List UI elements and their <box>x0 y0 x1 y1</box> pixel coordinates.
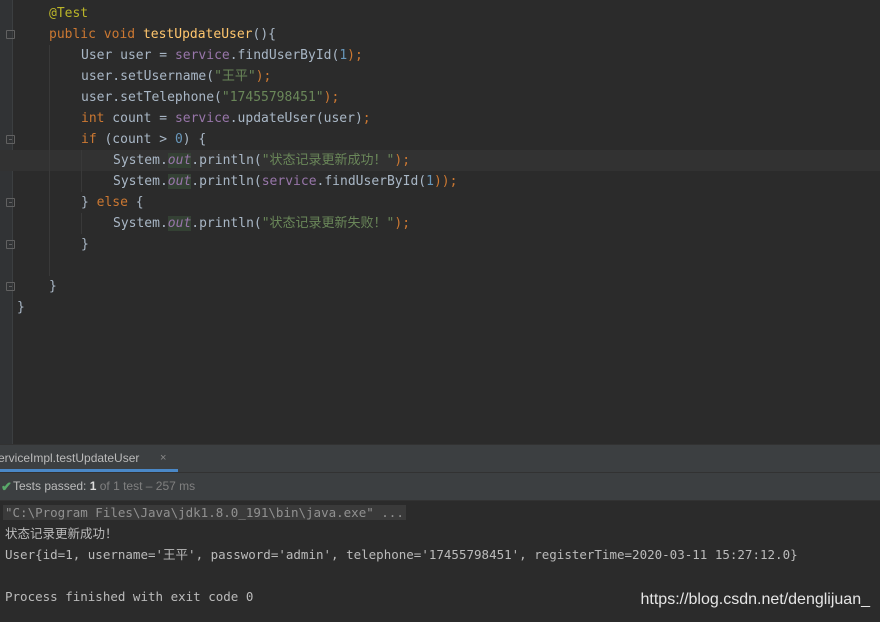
indent-guide <box>49 171 50 192</box>
indent-guide <box>81 213 82 234</box>
code-statement: user.setUsername("王平"); <box>81 69 272 84</box>
console-line: User{id=1, username='王平', password='admi… <box>5 547 798 562</box>
run-tool-window: erviceImpl.testUpdateUser × ✔ Tests pass… <box>0 444 880 622</box>
test-status-bar: ✔ Tests passed: 1 of 1 test – 257 ms <box>0 473 880 501</box>
code-statement: User user = service.findUserById(1); <box>81 48 363 63</box>
console-line: Process finished with exit code 0 <box>5 589 254 604</box>
indent-guide <box>49 87 50 108</box>
code-line[interactable]: System.out.println(service.findUserById(… <box>0 171 880 192</box>
code-statement: if (count > 0) { <box>81 132 207 147</box>
indent-guide <box>49 129 50 150</box>
close-tab-icon[interactable]: × <box>160 445 166 472</box>
code-statement: user.setTelephone("17455798451"); <box>81 90 340 105</box>
code-line[interactable]: user.setUsername("王平"); <box>0 66 880 87</box>
test-annotation: @Test <box>49 6 89 21</box>
console-line: "C:\Program Files\Java\jdk1.8.0_191\bin\… <box>3 502 406 523</box>
code-line[interactable]: user.setTelephone("17455798451"); <box>0 87 880 108</box>
test-status-text: Tests passed: 1 of 1 test – 257 ms <box>13 479 196 493</box>
code-line[interactable]: System.out.println("状态记录更新失败！"); <box>0 213 880 234</box>
code-area[interactable]: @Test public void testUpdateUser(){ User… <box>0 3 880 318</box>
code-line[interactable]: } else { <box>0 192 880 213</box>
code-statement: } else { <box>81 195 144 210</box>
check-icon: ✔ <box>1 479 12 494</box>
code-line[interactable]: User user = service.findUserById(1); <box>0 45 880 66</box>
code-statement: System.out.println(service.findUserById(… <box>113 174 458 189</box>
indent-guide <box>49 213 50 234</box>
run-tab-label: erviceImpl.testUpdateUser <box>0 451 140 465</box>
indent-guide <box>81 171 82 192</box>
indent-guide <box>81 150 82 171</box>
code-line[interactable]: @Test <box>0 3 880 24</box>
method-signature: public void testUpdateUser(){ <box>49 27 276 42</box>
code-statement: System.out.println("状态记录更新成功！"); <box>113 153 411 168</box>
closing-brace: } <box>49 279 57 294</box>
code-statement: System.out.println("状态记录更新失败！"); <box>113 216 411 231</box>
code-line[interactable]: } <box>0 297 880 318</box>
indent-guide <box>49 45 50 66</box>
indent-guide <box>49 255 50 276</box>
code-line[interactable] <box>0 255 880 276</box>
indent-guide <box>49 150 50 171</box>
console-line: 状态记录更新成功！ <box>5 526 118 541</box>
indent-guide <box>49 108 50 129</box>
indent-guide <box>49 234 50 255</box>
indent-guide <box>49 66 50 87</box>
watermark-text: https://blog.csdn.net/denglijuan_ <box>640 591 871 608</box>
closing-brace: } <box>17 300 25 315</box>
run-tab[interactable]: erviceImpl.testUpdateUser × <box>0 445 178 472</box>
closing-brace: } <box>81 237 89 252</box>
code-statement: int count = service.updateUser(user); <box>81 111 371 126</box>
code-line[interactable]: } <box>0 276 880 297</box>
code-line[interactable]: int count = service.updateUser(user); <box>0 108 880 129</box>
command-line-text[interactable]: "C:\Program Files\Java\jdk1.8.0_191\bin\… <box>3 505 406 520</box>
code-line[interactable]: public void testUpdateUser(){ <box>0 24 880 45</box>
run-tab-bar: erviceImpl.testUpdateUser × <box>0 445 880 473</box>
code-line[interactable]: } <box>0 234 880 255</box>
code-editor[interactable]: @Test public void testUpdateUser(){ User… <box>0 0 880 444</box>
code-line[interactable]: if (count > 0) { <box>0 129 880 150</box>
active-tab-indicator <box>0 469 178 472</box>
indent-guide <box>49 192 50 213</box>
code-line-current[interactable]: System.out.println("状态记录更新成功！"); <box>0 150 880 171</box>
